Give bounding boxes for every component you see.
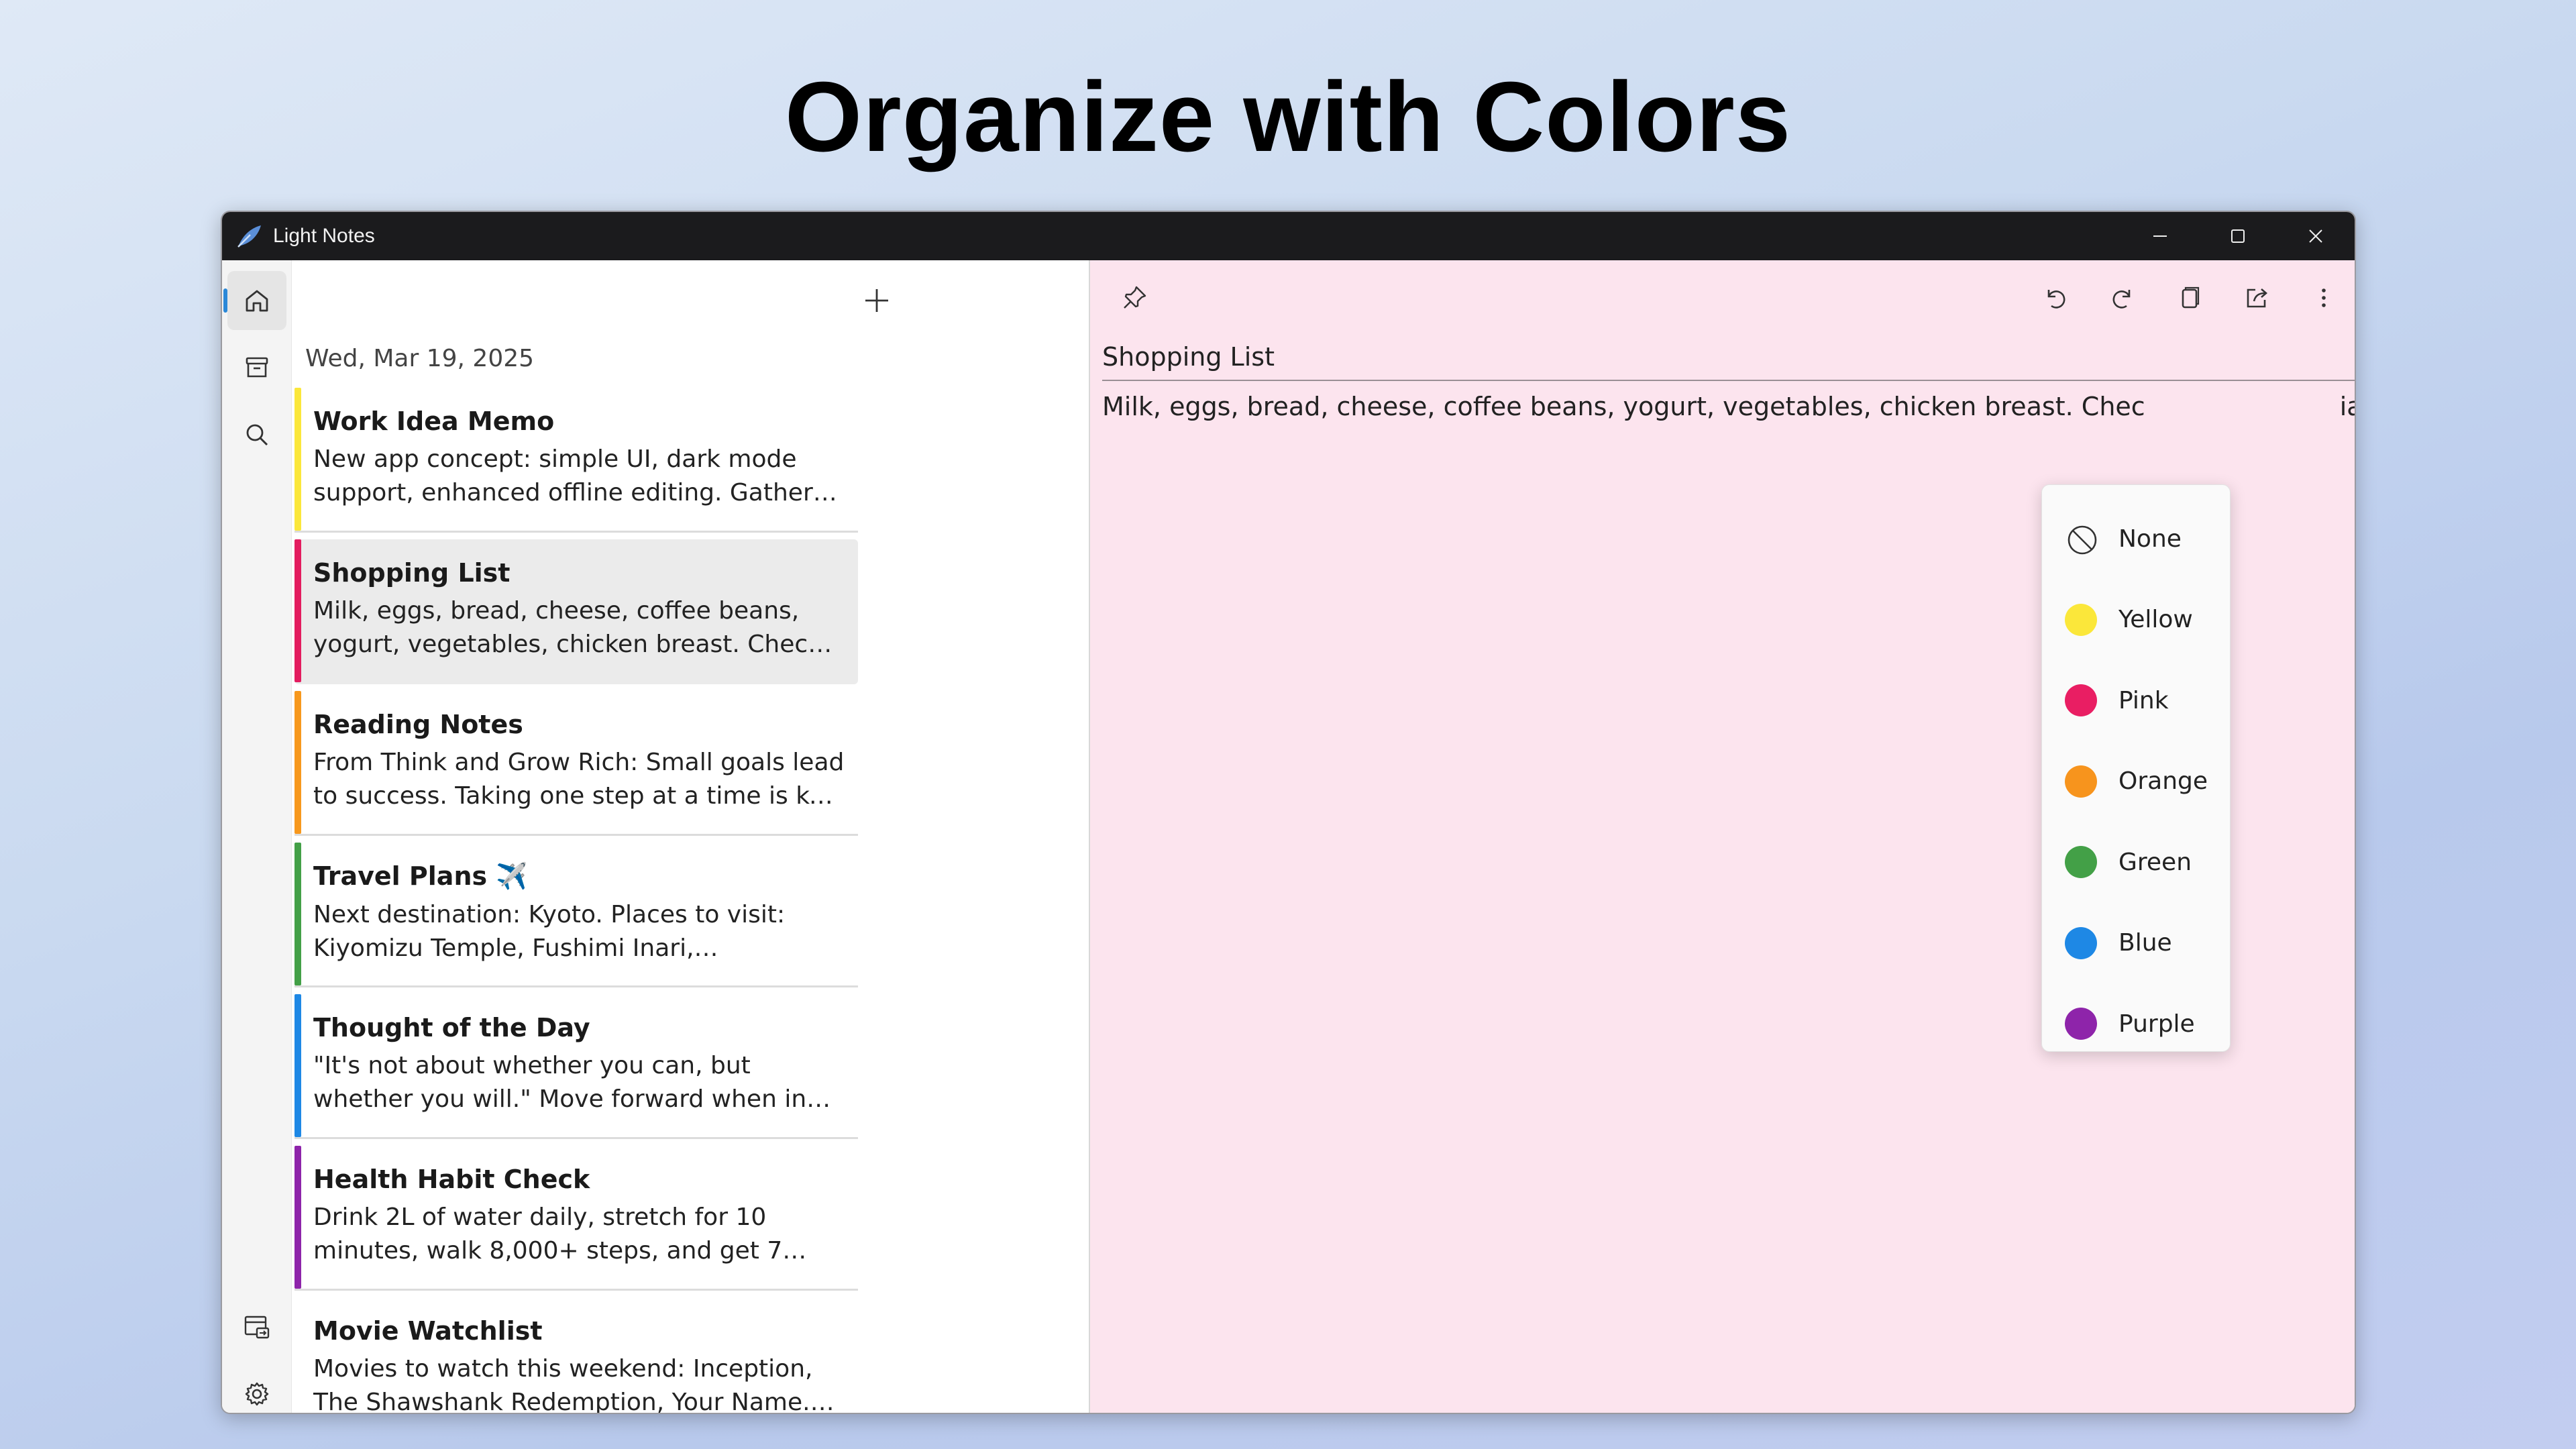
promo-headline: Organize with Colors [784,62,1792,172]
editor-toolbar [2022,274,2355,322]
app-title: Light Notes [273,225,375,247]
redo-button[interactable] [2089,274,2156,322]
undo-button[interactable] [2022,274,2089,322]
maximize-button[interactable] [2199,212,2277,260]
note-title: Thought of the Day [313,1013,590,1042]
nav-selection-indicator [223,288,227,313]
nav-settings-button[interactable] [227,1364,286,1413]
nav-home-button[interactable] [223,271,286,330]
nav-search-button[interactable] [227,405,286,464]
editor-body[interactable]: Milk, eggs, bread, cheese, coffee beans,… [1102,392,2355,421]
note-title: Work Idea Memo [313,407,555,436]
close-button[interactable] [2277,212,2355,260]
color-swatch [2065,765,2097,798]
plus-icon [865,289,888,312]
note-color-bar [294,1146,301,1289]
close-icon [2309,229,2322,243]
color-label: Yellow [2118,606,2193,634]
home-icon [246,290,268,312]
color-option-purple[interactable]: Purple [2042,983,2230,1065]
color-swatch [2065,926,2097,959]
navigation-rail [222,260,292,1413]
note-title: Shopping List [313,558,511,588]
note-list: Work Idea Memo New app concept: simple U… [292,388,1089,1414]
note-preview: New app concept: simple UI, dark mode su… [313,445,813,506]
note-card-reading-notes[interactable]: Reading Notes From Think and Grow Rich: … [294,691,858,836]
note-title: Health Habit Check [313,1165,590,1194]
note-card-shopping-list[interactable]: Shopping List Milk, eggs, bread, cheese,… [294,539,858,684]
nav-archive-button[interactable] [227,338,286,397]
note-preview: Movies to watch this weekend: Inception,… [313,1355,813,1414]
note-title: Reading Notes [313,710,523,739]
color-option-yellow[interactable]: Yellow [2042,580,2230,661]
note-color-bar [294,539,301,682]
copy-button[interactable] [2156,274,2223,322]
color-option-none[interactable]: None [2042,498,2230,580]
editor-body-right: ial offers! [2339,392,2355,421]
note-color-bar [294,1297,301,1413]
note-card-thought-of-day[interactable]: Thought of the Day "It's not about wheth… [294,994,858,1139]
minimize-button[interactable] [2121,212,2199,260]
note-preview: Next destination: Kyoto. Places to visit… [313,901,786,962]
copy-icon [2182,286,2200,309]
note-title: Movie Watchlist [313,1316,543,1346]
color-swatch [2065,603,2097,636]
app-logo-icon [237,225,261,248]
add-note-button[interactable] [850,274,904,327]
backup-icon [244,1316,270,1339]
color-option-blue[interactable]: Blue [2042,903,2230,984]
note-color-bar [294,388,301,531]
color-swatch [2065,1008,2097,1040]
color-label: Blue [2118,929,2172,957]
note-preview: Drink 2L of water daily, stretch for 10 … [313,1203,783,1265]
color-swatch [2065,684,2097,717]
note-card-health-habit[interactable]: Health Habit Check Drink 2L of water dai… [294,1146,858,1291]
note-color-bar [294,843,301,985]
color-label: Pink [2118,686,2169,714]
note-list-pane: Wed, Mar 19, 2025 Work Idea Memo New app… [292,260,1090,1414]
note-card-work-idea[interactable]: Work Idea Memo New app concept: simple U… [294,388,858,533]
color-label: Green [2118,848,2192,876]
note-preview: Milk, eggs, bread, cheese, coffee beans,… [313,597,822,658]
search-icon [246,424,268,446]
color-label: Orange [2118,767,2208,796]
app-window: Light Notes Wed, Mar 19, 2025 Work Idea … [221,211,2356,1414]
archive-icon [246,357,268,378]
redo-icon [2112,290,2131,309]
color-label: Purple [2118,1010,2195,1038]
more-options-button[interactable] [2290,274,2355,322]
color-swatch [2065,846,2097,879]
note-card-movie-watchlist[interactable]: Movie Watchlist Movies to watch this wee… [294,1297,858,1414]
color-label: None [2118,525,2182,553]
undo-icon [2047,290,2065,309]
pin-button[interactable] [1110,274,1159,322]
color-option-pink[interactable]: Pink [2042,660,2230,741]
minimize-icon [2153,235,2167,237]
editor-body-left: Milk, eggs, bread, cheese, coffee beans,… [1102,392,2145,421]
list-date-header: Wed, Mar 19, 2025 [305,345,535,372]
note-card-travel-plans[interactable]: Travel Plans ✈️ Next destination: Kyoto.… [294,843,858,987]
color-option-green[interactable]: Green [2042,822,2230,903]
maximize-icon [2231,229,2245,243]
color-option-orange[interactable]: Orange [2042,741,2230,822]
title-bar: Light Notes [222,212,2355,260]
settings-icon [245,1382,269,1406]
share-icon [2247,288,2267,308]
note-preview: "It's not about whether you can, but whe… [313,1052,807,1113]
note-title: Travel Plans ✈️ [313,861,528,891]
note-color-bar [294,994,301,1137]
editor-title[interactable]: Shopping List [1102,342,1275,372]
note-color-bar [294,691,301,834]
nav-backup-button[interactable] [227,1297,286,1356]
pin-icon [1124,286,1146,309]
color-picker-menu: None Yellow Pink Orange Green Blue Purpl… [2041,484,2231,1052]
title-divider [1102,380,2355,381]
note-preview: From Think and Grow Rich: Small goals le… [313,749,845,810]
window-controls [2121,212,2355,260]
share-button[interactable] [2223,274,2290,322]
more-icon [2322,288,2326,307]
no-color-icon [2065,523,2097,555]
